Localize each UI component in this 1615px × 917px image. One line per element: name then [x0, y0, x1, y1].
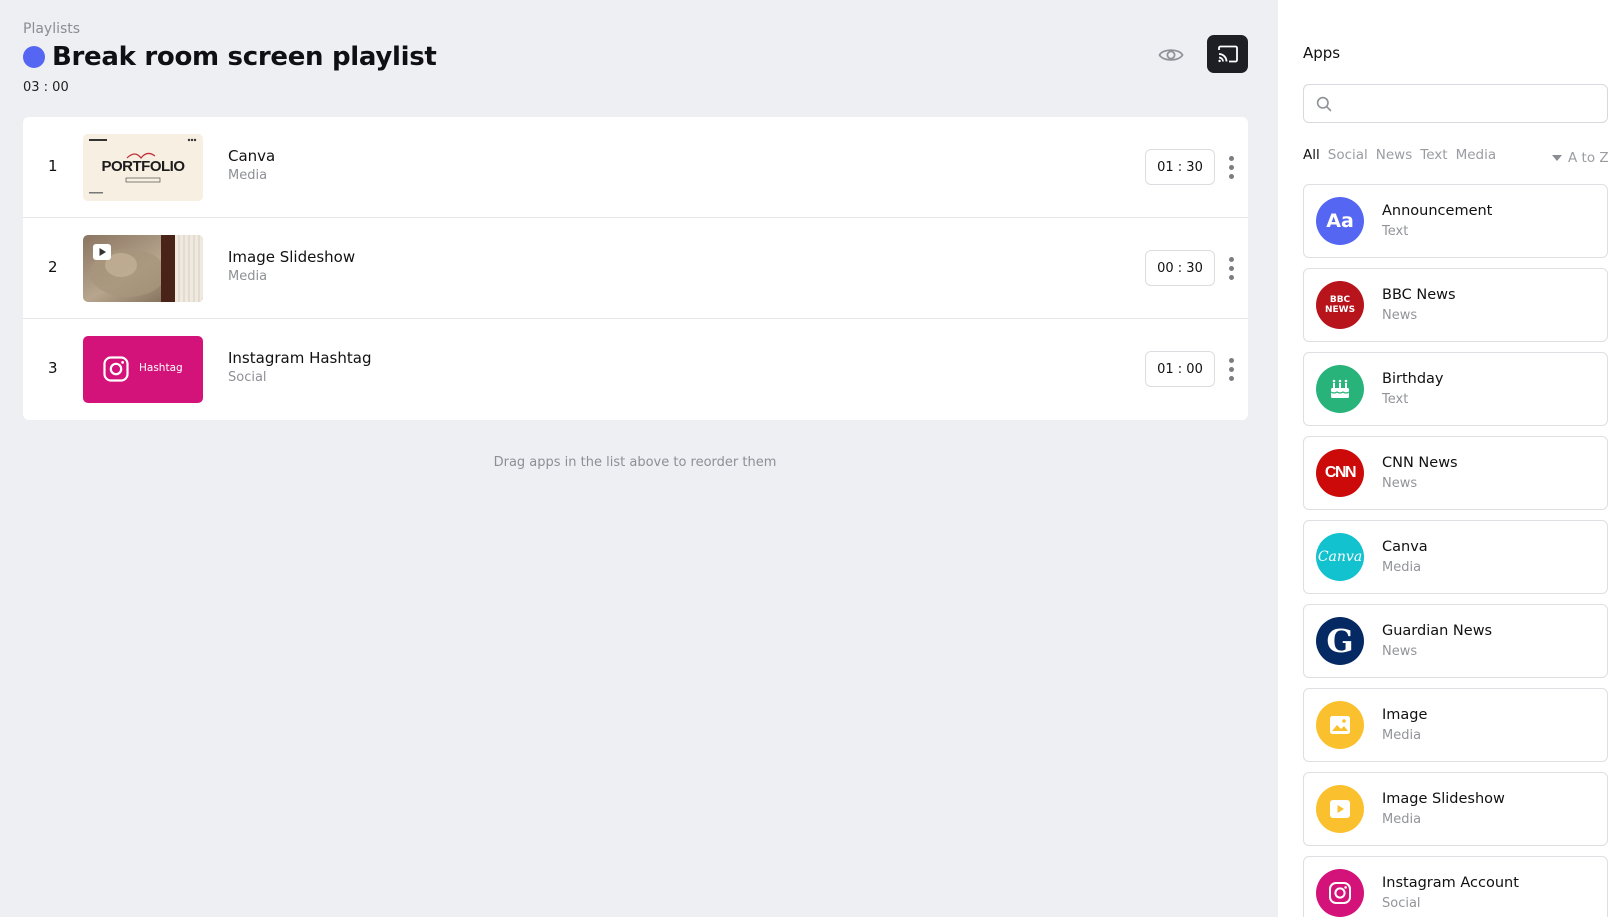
canva-thumbnail: PORTFOLIO: [83, 134, 203, 201]
instagram-icon: [1316, 869, 1364, 917]
row-name: Instagram Hashtag: [228, 349, 372, 367]
app-list: Aa Announcement Text BBC NEWS BBC News N…: [1303, 184, 1608, 917]
slideshow-icon: [1316, 785, 1364, 833]
cnn-news-icon: CNN: [1316, 449, 1364, 497]
app-card-guardian-news[interactable]: G Guardian News News: [1303, 604, 1608, 678]
birthday-cake-icon: [1316, 365, 1364, 413]
row-duration-field[interactable]: 01 : 00: [1145, 351, 1215, 387]
canva-thumbnail-text: PORTFOLIO: [101, 158, 186, 175]
playlist-color-dot: [23, 46, 45, 68]
bbc-news-icon: BBC NEWS: [1316, 281, 1364, 329]
row-index: 2: [48, 258, 58, 276]
page-title[interactable]: Break room screen playlist: [52, 42, 437, 72]
row-type: Media: [228, 269, 268, 284]
image-icon: [1316, 701, 1364, 749]
hashtag-thumbnail-label: Hashtag: [139, 362, 183, 374]
canva-glyph: Canva: [1317, 549, 1363, 565]
sort-dropdown[interactable]: A to Z: [1552, 150, 1609, 166]
caret-down-icon: [1552, 155, 1562, 161]
app-search-input[interactable]: [1340, 96, 1607, 111]
app-card-announcement[interactable]: Aa Announcement Text: [1303, 184, 1608, 258]
playlist-items: 1 PORTFOLIO Canva Media 01 : 30 2 Image …: [23, 117, 1248, 420]
cnn-glyph: CNN: [1324, 464, 1357, 481]
app-card-image[interactable]: Image Media: [1303, 688, 1608, 762]
app-card-bbc-news[interactable]: BBC NEWS BBC News News: [1303, 268, 1608, 342]
row-more-menu-icon[interactable]: [1223, 252, 1239, 284]
app-type: News: [1382, 476, 1418, 491]
app-card-instagram-account[interactable]: Instagram Account Social: [1303, 856, 1608, 917]
row-duration-field[interactable]: 00 : 30: [1145, 250, 1215, 286]
filter-news[interactable]: News: [1376, 147, 1412, 163]
app-card-canva[interactable]: Canva Canva Media: [1303, 520, 1608, 594]
apps-sidebar: Apps All Social News Text Media A to Z A…: [1278, 0, 1615, 917]
announcement-icon: Aa: [1316, 197, 1364, 245]
playlist-row[interactable]: 2 Image Slideshow Media 00: 30: [23, 218, 1248, 319]
row-name: Canva: [228, 147, 276, 165]
row-type: Social: [228, 370, 267, 385]
cast-icon: [1217, 45, 1238, 63]
row-index: 3: [48, 359, 58, 377]
app-card-image-slideshow[interactable]: Image Slideshow Media: [1303, 772, 1608, 846]
guardian-news-icon: G: [1316, 617, 1364, 665]
app-type: Text: [1382, 392, 1409, 407]
app-name: Guardian News: [1382, 623, 1493, 639]
app-type: Media: [1382, 728, 1422, 743]
app-card-birthday[interactable]: Birthday Text: [1303, 352, 1608, 426]
playlist-row[interactable]: 1 PORTFOLIO Canva Media 01 : 30: [23, 117, 1248, 218]
filter-social[interactable]: Social: [1328, 147, 1368, 163]
announcement-glyph: Aa: [1326, 210, 1354, 232]
search-icon: [1316, 96, 1332, 111]
playlist-editor: Playlists Break room screen playlist 03 …: [0, 0, 1278, 917]
row-type: Media: [228, 168, 268, 183]
reorder-hint: Drag apps in the list above to reorder t…: [493, 455, 777, 470]
apps-title: Apps: [1303, 44, 1341, 62]
app-name: Announcement: [1382, 203, 1493, 219]
app-name: Birthday: [1382, 371, 1444, 387]
app-type: Media: [1382, 560, 1422, 575]
canva-icon: Canva: [1316, 533, 1364, 581]
app-card-cnn-news[interactable]: CNN CNN News News: [1303, 436, 1608, 510]
row-index: 1: [48, 157, 58, 175]
row-duration-field[interactable]: 01 : 30: [1145, 149, 1215, 185]
app-type: Media: [1382, 812, 1422, 827]
row-more-menu-icon[interactable]: [1223, 151, 1239, 183]
app-type: News: [1382, 308, 1418, 323]
eye-icon: [1158, 49, 1184, 61]
page-title-row: Break room screen playlist: [23, 42, 437, 72]
filter-all[interactable]: All: [1303, 147, 1320, 163]
cast-button[interactable]: [1207, 35, 1248, 73]
app-category-filters: All Social News Text Media: [1303, 147, 1496, 163]
guardian-glyph: G: [1326, 622, 1354, 660]
instagram-icon: [103, 356, 129, 382]
app-type: Text: [1382, 224, 1409, 239]
app-search-box[interactable]: [1303, 84, 1608, 123]
app-name: CNN News: [1382, 455, 1458, 471]
filter-media[interactable]: Media: [1456, 147, 1497, 163]
app-name: Image Slideshow: [1382, 791, 1505, 807]
sort-label: A to Z: [1568, 150, 1609, 166]
app-name: Image: [1382, 707, 1428, 723]
total-duration: 03 : 00: [23, 80, 69, 95]
app-type: News: [1382, 644, 1418, 659]
app-name: Instagram Account: [1382, 875, 1519, 891]
playlist-row[interactable]: 3 Hashtag Instagram Hashtag Social 01 : …: [23, 319, 1248, 420]
app-type: Social: [1382, 896, 1421, 911]
instagram-hashtag-thumbnail: Hashtag: [83, 336, 203, 403]
breadcrumb-playlists[interactable]: Playlists: [23, 21, 80, 37]
row-more-menu-icon[interactable]: [1223, 353, 1239, 385]
bbc-news-glyph: BBC NEWS: [1325, 295, 1356, 315]
preview-button[interactable]: [1154, 38, 1188, 72]
filter-text[interactable]: Text: [1420, 147, 1447, 163]
row-name: Image Slideshow: [228, 248, 356, 266]
app-name: Canva: [1382, 539, 1428, 555]
image-slideshow-thumbnail: [83, 235, 203, 302]
app-name: BBC News: [1382, 287, 1456, 303]
